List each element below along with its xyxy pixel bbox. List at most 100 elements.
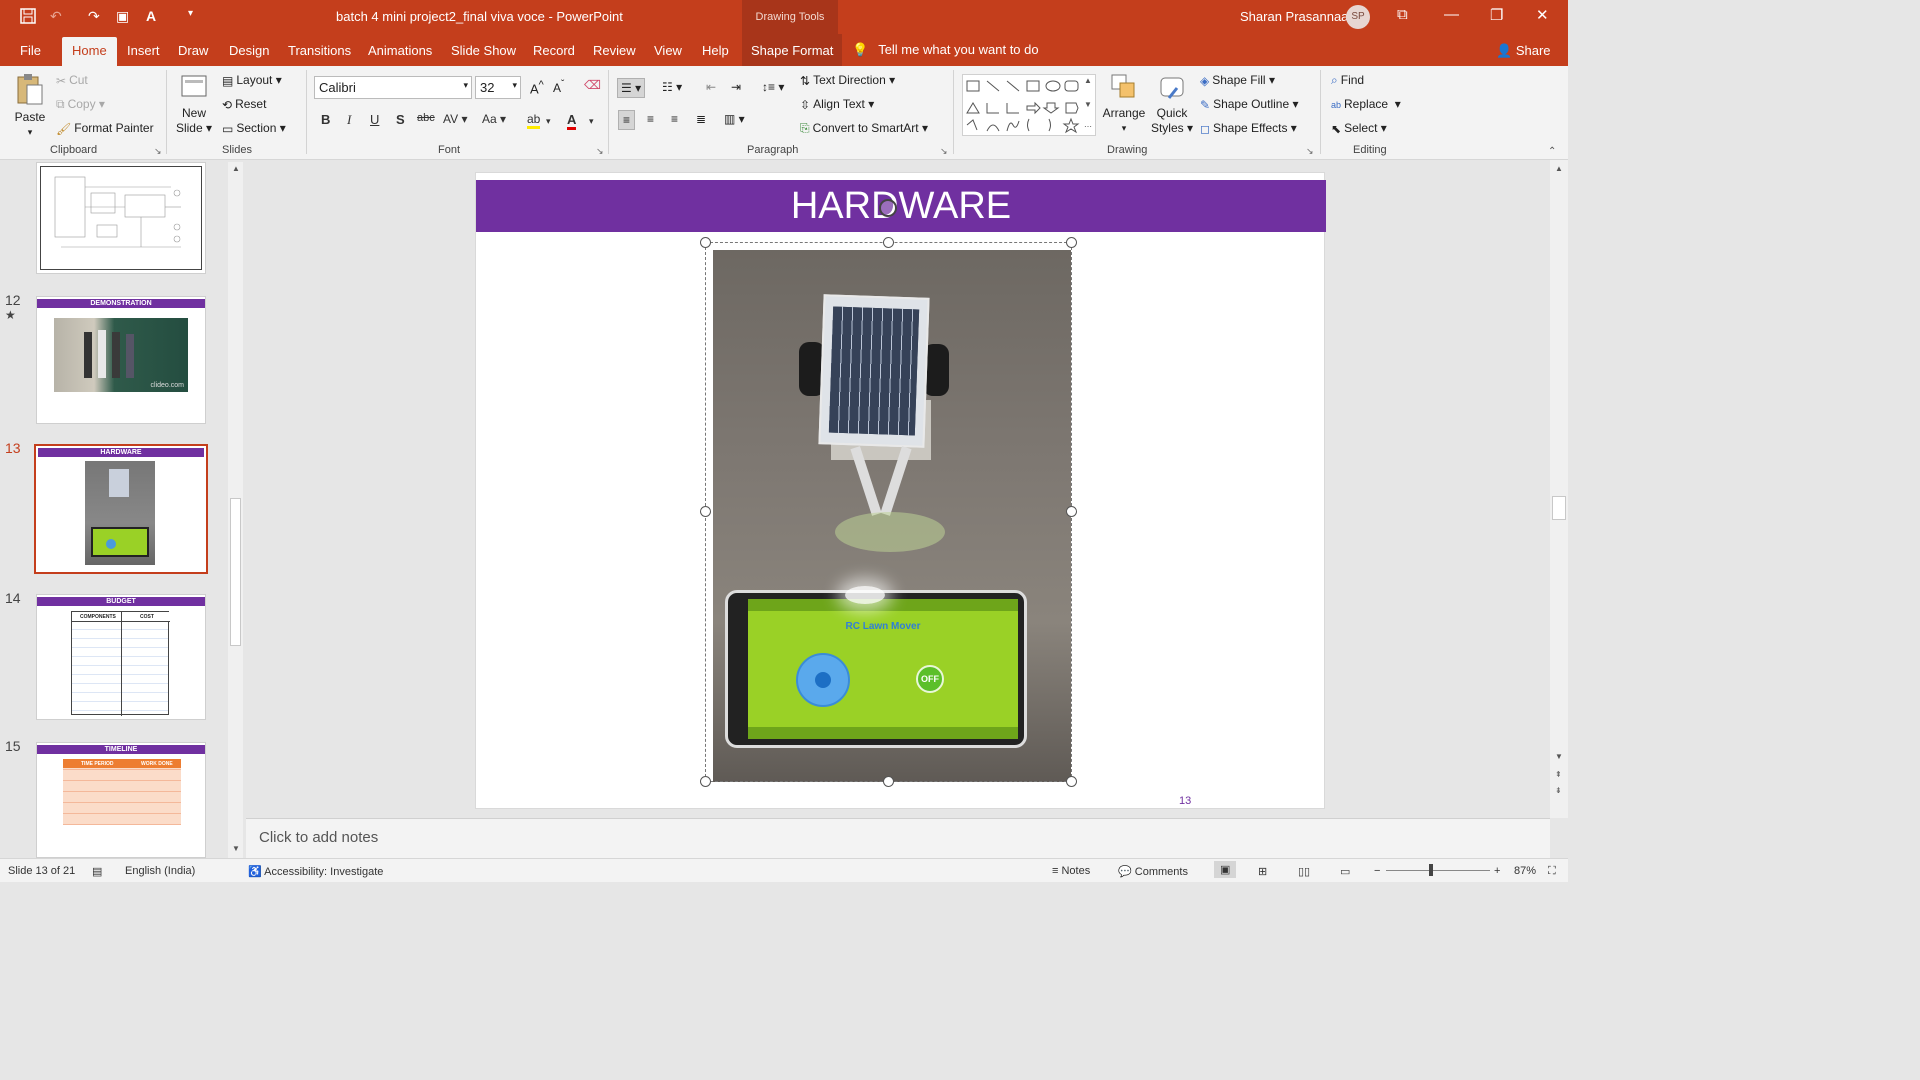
next-slide-icon[interactable]: ⇟ (1555, 786, 1562, 795)
resize-handle[interactable] (700, 506, 711, 517)
tab-design[interactable]: Design (229, 43, 269, 58)
previous-slide-icon[interactable]: ⇞ (1555, 770, 1562, 779)
minimize-icon[interactable]: — (1444, 6, 1459, 23)
font-color-icon[interactable]: A (567, 112, 577, 130)
chevron-down-icon[interactable]: ▾ (546, 116, 551, 127)
thumbnail-slide-14[interactable]: BUDGET COMPONENTS COST (36, 594, 206, 720)
reading-view-icon[interactable]: ▯▯ (1298, 865, 1310, 878)
paste-button[interactable]: Paste ▾ (12, 72, 48, 140)
slide-sorter-icon[interactable]: ⊞ (1258, 865, 1267, 878)
quick-styles-button[interactable]: Quick Styles ▾ (1150, 72, 1194, 136)
collapse-ribbon-icon[interactable]: ⌃ (1548, 146, 1556, 157)
grow-font-icon[interactable]: A^ (530, 79, 544, 96)
highlight-icon[interactable]: ab (527, 112, 541, 129)
user-name[interactable]: Sharan Prasannaa (1240, 9, 1348, 24)
align-center-icon[interactable]: ≡ (647, 112, 654, 126)
restore-icon[interactable]: ❐ (1490, 6, 1503, 24)
underline-icon[interactable]: U (370, 112, 379, 127)
tell-me-search[interactable]: 💡 Tell me what you want to do (852, 42, 1039, 58)
bold-icon[interactable]: B (321, 112, 330, 127)
tab-file[interactable]: File (20, 43, 41, 58)
new-slide-button[interactable]: New Slide ▾ (174, 72, 214, 136)
undo-icon[interactable]: ↶ (50, 8, 62, 25)
font-name-field[interactable]: Calibri ▾ (314, 76, 472, 99)
zoom-slider-thumb[interactable] (1429, 864, 1433, 876)
resize-handle[interactable] (700, 776, 711, 787)
scroll-down-icon[interactable]: ▼ (232, 844, 240, 853)
thumbnail-slide-13[interactable]: HARDWARE (34, 444, 208, 574)
shape-effects-button[interactable]: ◻ Shape Effects ▾ (1200, 121, 1297, 136)
tab-slide-show[interactable]: Slide Show (451, 43, 516, 58)
tab-draw[interactable]: Draw (178, 43, 208, 58)
line-spacing-icon[interactable]: ↕≡ ▾ (762, 80, 784, 94)
replace-button[interactable]: ab Replace ▾ (1331, 97, 1401, 111)
shape-outline-button[interactable]: ✎ Shape Outline ▾ (1200, 97, 1298, 112)
copy-button[interactable]: ⧉ Copy ▾ (56, 97, 105, 112)
ribbon-display-icon[interactable]: ⧉ (1397, 6, 1408, 23)
tab-record[interactable]: Record (533, 43, 575, 58)
spelling-icon[interactable]: ▤ (92, 865, 102, 878)
align-right-icon[interactable]: ≡ (671, 112, 678, 126)
resize-handle[interactable] (1066, 776, 1077, 787)
chevron-down-icon[interactable]: ▾ (589, 116, 594, 127)
thumbnail-slide-15[interactable]: TIMELINE TIME PERIOD WORK DONE (36, 742, 206, 858)
align-left-icon[interactable]: ≡ (618, 110, 636, 130)
resize-handle[interactable] (700, 237, 711, 248)
cut-button[interactable]: ✂ Cut (56, 73, 88, 88)
share-button[interactable]: 👤 Share (1496, 43, 1551, 59)
resize-handle[interactable] (1066, 237, 1077, 248)
slide-canvas[interactable]: HARDWARE RC Lawn Mover OFF 13 (475, 172, 1326, 809)
fit-to-window-icon[interactable]: ⛶ (1548, 865, 1556, 878)
layout-button[interactable]: ▤ Layout ▾ (222, 73, 282, 88)
scroll-up-icon[interactable]: ▲ (232, 164, 240, 173)
tab-home[interactable]: Home (62, 37, 117, 66)
justify-icon[interactable]: ≣ (696, 112, 706, 126)
close-icon[interactable]: ✕ (1536, 6, 1549, 24)
resize-handle[interactable] (1066, 506, 1077, 517)
thumbnail-scrollbar[interactable]: ▲ ▼ (228, 162, 243, 858)
decrease-indent-icon[interactable]: ⇤ (706, 80, 716, 94)
normal-view-icon[interactable]: ▣ (1214, 861, 1237, 878)
tab-help[interactable]: Help (702, 43, 729, 58)
scroll-thumb[interactable] (230, 498, 241, 646)
tab-animations[interactable]: Animations (368, 43, 432, 58)
language-indicator[interactable]: English (India) (125, 865, 195, 877)
columns-icon[interactable]: ▥ ▾ (724, 112, 745, 126)
save-icon[interactable] (20, 8, 36, 27)
resize-handle[interactable] (883, 776, 894, 787)
accessibility-button[interactable]: ♿ Accessibility: Investigate (248, 865, 383, 878)
notes-placeholder[interactable]: Click to add notes (259, 829, 378, 846)
tab-transitions[interactable]: Transitions (288, 43, 351, 58)
bullets-icon[interactable]: ☰ ▾ (617, 78, 646, 98)
tab-insert[interactable]: Insert (127, 43, 160, 58)
zoom-out-icon[interactable]: − (1374, 865, 1380, 877)
zoom-level[interactable]: 87% (1514, 865, 1536, 877)
convert-smartart-button[interactable]: ⎘ Convert to SmartArt ▾ (800, 121, 928, 136)
scroll-up-icon[interactable]: ▲ (1084, 76, 1092, 85)
shrink-font-icon[interactable]: Aˇ (553, 79, 564, 95)
select-button[interactable]: ⬉ Select ▾ (1331, 121, 1387, 136)
dialog-launcher-icon[interactable]: ↘ (1306, 146, 1314, 157)
increase-indent-icon[interactable]: ⇥ (731, 80, 741, 94)
customize-qa-icon[interactable]: ▾ (188, 8, 193, 19)
dialog-launcher-icon[interactable]: ↘ (940, 146, 948, 157)
thumbnail-slide-12[interactable]: DEMONSTRATION clideo.com (36, 296, 206, 424)
slide-title[interactable]: HARDWARE (476, 180, 1326, 232)
dialog-launcher-icon[interactable]: ↘ (154, 146, 162, 157)
redo-icon[interactable]: ↷ (88, 8, 100, 25)
slideshow-view-icon[interactable]: ▭ (1340, 865, 1350, 878)
reset-button[interactable]: ⟲ Reset (222, 97, 266, 112)
scroll-down-icon[interactable]: ▼ (1555, 752, 1563, 761)
strikethrough-icon[interactable]: abc (417, 112, 435, 124)
zoom-slider-track[interactable] (1386, 870, 1490, 871)
notes-pane[interactable]: Click to add notes (246, 818, 1550, 858)
find-button[interactable]: ⌕ Find (1331, 73, 1364, 88)
shapes-gallery[interactable] (962, 74, 1096, 136)
clear-formatting-icon[interactable]: ⌫ (584, 78, 601, 92)
comments-button[interactable]: 💬 Comments (1118, 865, 1188, 878)
zoom-in-icon[interactable]: + (1494, 865, 1500, 877)
numbering-icon[interactable]: ☷ ▾ (662, 80, 682, 94)
section-button[interactable]: ▭ Section ▾ (222, 121, 286, 136)
more-icon[interactable]: ⋯ (1084, 122, 1092, 131)
scroll-thumb[interactable] (1552, 496, 1566, 520)
